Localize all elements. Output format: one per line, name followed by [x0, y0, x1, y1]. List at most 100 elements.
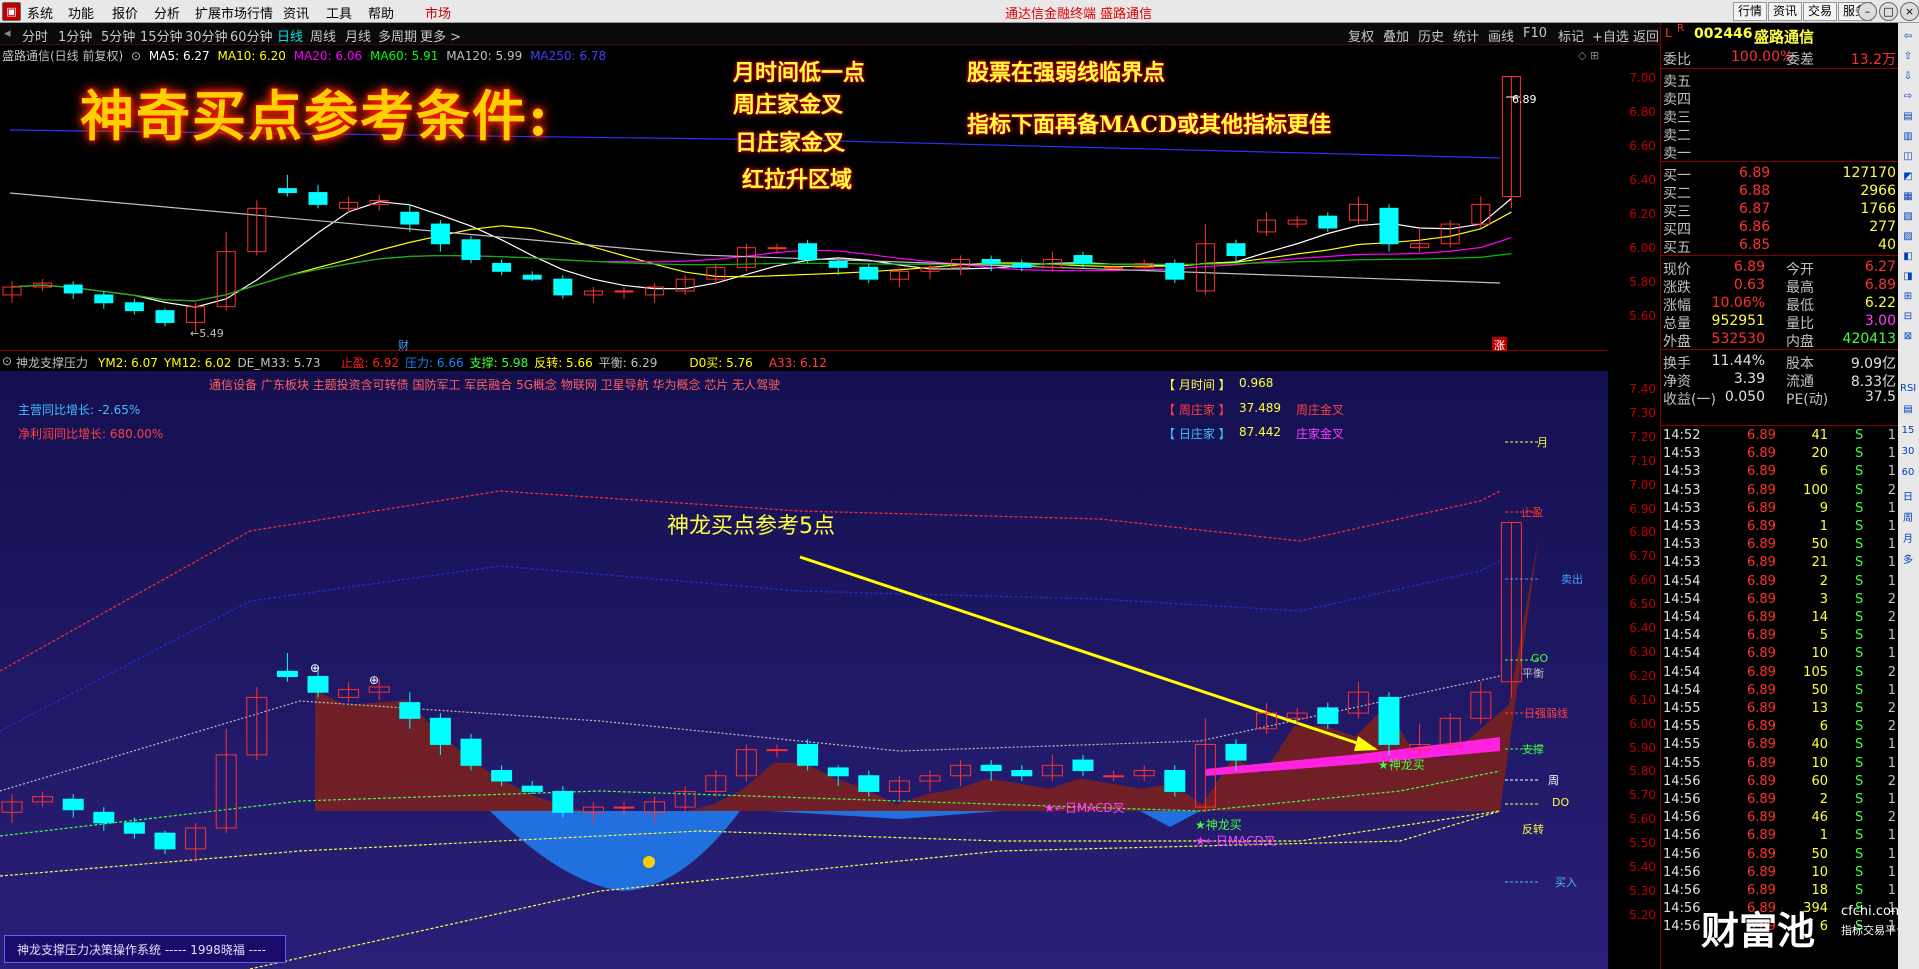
side-tool-icon[interactable]: ⊞	[1900, 291, 1916, 302]
period-daily[interactable]: 日线	[277, 26, 303, 45]
tick-cell: S	[1855, 464, 1864, 480]
close-icon[interactable]: ×	[1900, 2, 1919, 21]
tick-cell: S	[1855, 573, 1864, 589]
axis-tick-label: 5.50	[1629, 836, 1656, 851]
sell-level[interactable]: 卖五	[1661, 71, 1898, 90]
side-tool-icon[interactable]: ◩	[1900, 171, 1916, 182]
side-tool-icon[interactable]: ⊟	[1900, 311, 1916, 322]
period-weekly[interactable]: 周线	[310, 26, 336, 45]
menu-tools[interactable]: 工具	[326, 3, 352, 22]
side-tool-icon[interactable]: ◫	[1900, 151, 1916, 162]
toolbar-left-arrow-icon[interactable]: ◂	[4, 26, 11, 41]
side-period-icon[interactable]: RSI	[1900, 383, 1916, 394]
menu-system[interactable]: 系统	[27, 3, 53, 22]
candle-down	[491, 770, 513, 782]
tool-history[interactable]: 历史	[1418, 26, 1444, 45]
side-tool-icon[interactable]: ⇩	[1900, 71, 1916, 82]
side-period-icon[interactable]: 60	[1900, 467, 1916, 478]
buy-level[interactable]: 买五 6.85 40	[1661, 237, 1898, 256]
side-tool-icon[interactable]: ◧	[1900, 251, 1916, 262]
side-period-icon[interactable]: ▤	[1900, 404, 1916, 415]
side-period-icon[interactable]: 多	[1900, 551, 1916, 566]
side-tool-icon[interactable]: ▦	[1900, 191, 1916, 202]
period-multi[interactable]: 多周期	[378, 26, 417, 45]
side-tool-icon[interactable]: ⇦	[1900, 31, 1916, 42]
big-title: 神奇买点参考条件:	[80, 84, 550, 148]
tool-draw[interactable]: 画线	[1488, 26, 1514, 45]
sell-level[interactable]: 卖二	[1661, 125, 1898, 144]
tool-stats[interactable]: 统计	[1453, 26, 1479, 45]
tick-cell: 21	[1811, 555, 1828, 571]
period-5min[interactable]: 5分钟	[101, 26, 135, 45]
tool-diejia[interactable]: 叠加	[1383, 26, 1409, 45]
maximize-icon[interactable]: □	[1879, 2, 1898, 21]
main-kline-chart[interactable]: 盛路通信(日线 前复权) ⊙ MA5: 6.27 MA10: 6.20 MA20…	[0, 45, 1608, 353]
side-tool-icon[interactable]: ▥	[1900, 131, 1916, 142]
btn-trade[interactable]: 交易	[1803, 2, 1838, 21]
chart-toggle-icons[interactable]: ◇ ⊞	[1578, 49, 1599, 62]
tick-cell: 14:55	[1663, 719, 1701, 735]
stat-cell: 净资	[1663, 374, 1691, 390]
side-tool-icon[interactable]: ⇧	[1900, 51, 1916, 62]
stat-cell: 0.63	[1733, 277, 1765, 293]
ma-legend-item: MA120: 5.99	[442, 49, 523, 63]
buy-level[interactable]: 买四 6.86 277	[1661, 219, 1898, 238]
tool-add-favorite[interactable]: +自选	[1592, 26, 1629, 45]
tool-mark[interactable]: 标记	[1558, 26, 1584, 45]
tool-f10[interactable]: F10	[1523, 26, 1547, 41]
side-tool-icon[interactable]: ▧	[1900, 211, 1916, 222]
ma-legend-item: MA10: 6.20	[213, 49, 286, 63]
sell-level[interactable]: 卖三	[1661, 107, 1898, 126]
period-monthly[interactable]: 月线	[345, 26, 371, 45]
stat-cell: 6.27	[1864, 259, 1896, 275]
indicator-panel[interactable]: ⊕ ⊕ 通信设备 广东板块 主题投资含可转债 国防军工 军民融合 5G概念 物联网…	[0, 371, 1608, 969]
candle-down	[797, 743, 819, 766]
side-tool-icon[interactable]: ◨	[1900, 271, 1916, 282]
btn-info[interactable]: 资讯	[1768, 2, 1803, 21]
side-period-icon[interactable]: 日	[1900, 488, 1916, 503]
menu-help[interactable]: 帮助	[368, 3, 394, 22]
label-zhiying: 止盈	[1521, 506, 1543, 519]
stat-row: 外盘 532530 内盘 420413	[1661, 331, 1898, 350]
period-1min[interactable]: 1分钟	[58, 26, 92, 45]
side-period-icon[interactable]: 月	[1900, 530, 1916, 545]
side-tool-icon[interactable]: ⇨	[1900, 91, 1916, 102]
condition-2: 周庄家金叉	[733, 92, 844, 118]
tool-fuquan[interactable]: 复权	[1348, 26, 1374, 45]
sell-level[interactable]: 卖四	[1661, 89, 1898, 108]
period-more[interactable]: 更多 >	[420, 26, 461, 45]
period-60min[interactable]: 60分钟	[230, 26, 273, 45]
ma-legend-item: MA5: 6.27	[148, 49, 210, 63]
candle-down	[828, 260, 848, 268]
menu-market[interactable]: 市场	[425, 3, 451, 22]
menu-news[interactable]: 资讯	[283, 3, 309, 22]
side-period-icon[interactable]: 周	[1900, 509, 1916, 524]
minimize-icon[interactable]: –	[1858, 2, 1877, 21]
sell-level[interactable]: 卖一	[1661, 143, 1898, 162]
side-period-icon[interactable]: 30	[1900, 446, 1916, 457]
legend-collapse-icon[interactable]: ⊙	[131, 49, 141, 63]
buy-level[interactable]: 买一 6.89 127170	[1661, 165, 1898, 184]
period-15min[interactable]: 15分钟	[140, 26, 183, 45]
period-fenshi[interactable]: 分时	[22, 26, 48, 45]
btn-quote[interactable]: 行情	[1733, 2, 1768, 21]
side-tool-icon[interactable]: ▤	[1900, 111, 1916, 122]
indicator-collapse-icon[interactable]: ⊙	[2, 354, 12, 368]
axis-tick-label: 5.30	[1629, 883, 1656, 898]
tick-cell: 6.89	[1747, 828, 1776, 844]
menu-function[interactable]: 功能	[68, 3, 94, 22]
side-tool-icon[interactable]: ⊠	[1900, 331, 1916, 342]
side-period-icon[interactable]: 15	[1900, 425, 1916, 436]
tick-cell: 1	[1887, 828, 1896, 844]
tool-back[interactable]: 返回	[1633, 26, 1659, 45]
indicator-name[interactable]: 神龙支撑压力	[16, 354, 88, 371]
menu-extended-market[interactable]: 扩展市场行情	[195, 3, 273, 22]
buy-level[interactable]: 买二 6.88 2966	[1661, 183, 1898, 202]
menu-analysis[interactable]: 分析	[154, 3, 180, 22]
blue-area	[490, 811, 740, 891]
side-tool-icon[interactable]: ▨	[1900, 231, 1916, 242]
buy-level[interactable]: 买三 6.87 1766	[1661, 201, 1898, 220]
candle-down	[981, 258, 1001, 264]
menu-quote[interactable]: 报价	[112, 3, 138, 22]
period-30min[interactable]: 30分钟	[185, 26, 228, 45]
